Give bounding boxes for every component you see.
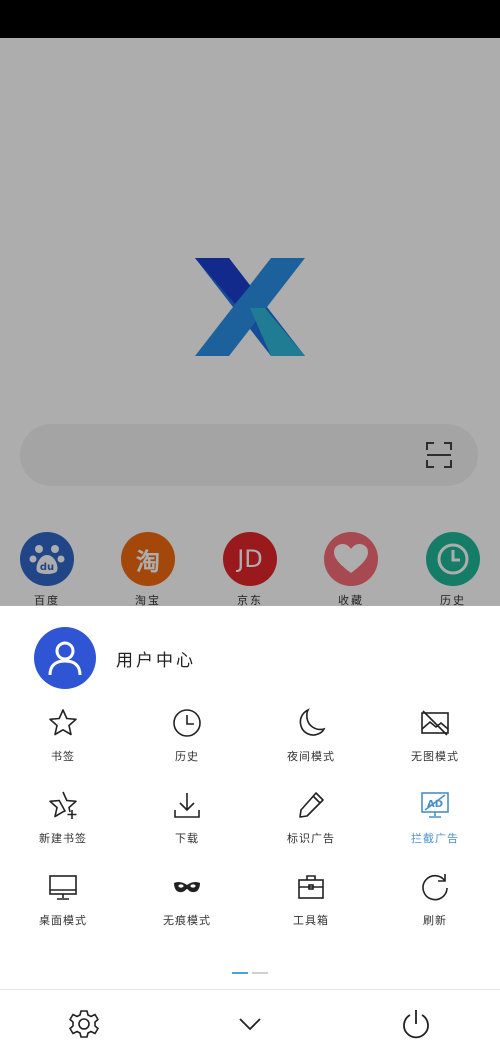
menu-grid: 书签 历史 夜间模式 无图模式 新建书签 下载 标识广告 AD 拦截广告 桌面模… <box>0 702 500 948</box>
menu-item-incognito-mode[interactable]: 无痕模式 <box>132 866 242 948</box>
user-center-label: 用户中心 <box>116 650 196 671</box>
menu-item-refresh[interactable]: 刷新 <box>380 866 490 948</box>
menu-row: 新建书签 下载 标识广告 AD 拦截广告 <box>0 784 500 866</box>
dim-overlay[interactable] <box>0 38 500 606</box>
page-indicator <box>0 972 500 976</box>
menu-item-label: 下载 <box>175 832 199 845</box>
menu-item-toolbox[interactable]: 工具箱 <box>256 866 366 948</box>
mask-icon <box>174 881 200 893</box>
menu-item-label: 历史 <box>175 750 199 763</box>
history-clock-icon <box>173 709 201 737</box>
page-dot-active <box>232 972 248 974</box>
menu-item-label: 工具箱 <box>293 914 329 927</box>
menu-item-label: 书签 <box>51 750 75 763</box>
status-bar <box>0 0 500 38</box>
page-dot[interactable] <box>252 972 268 974</box>
menu-item-night-mode[interactable]: 夜间模式 <box>256 702 366 784</box>
settings-button[interactable] <box>64 1004 104 1044</box>
menu-bottom-bar <box>0 989 500 1056</box>
menu-item-mark-ads[interactable]: 标识广告 <box>256 784 366 866</box>
menu-sheet: 用户中心 书签 历史 夜间模式 无图模式 新建书签 下载 标识广告 AD 拦截广… <box>0 606 500 1056</box>
menu-item-label: 标识广告 <box>287 832 335 845</box>
menu-item-download[interactable]: 下载 <box>132 784 242 866</box>
menu-item-label: 桌面模式 <box>39 914 87 927</box>
menu-item-bookmarks[interactable]: 书签 <box>8 702 118 784</box>
menu-item-new-bookmark[interactable]: 新建书签 <box>8 784 118 866</box>
menu-item-label: 新建书签 <box>39 832 87 845</box>
ad-block-icon: AD <box>421 792 449 818</box>
menu-row: 桌面模式 无痕模式 工具箱 刷新 <box>0 866 500 948</box>
exit-button[interactable] <box>396 1004 436 1044</box>
moon-icon <box>299 708 326 736</box>
menu-row: 书签 历史 夜间模式 无图模式 <box>0 702 500 784</box>
star-icon <box>49 709 77 736</box>
download-icon <box>174 793 200 818</box>
collapse-menu-button[interactable] <box>230 1004 270 1044</box>
menu-item-block-ads[interactable]: AD 拦截广告 <box>380 784 490 866</box>
menu-item-history[interactable]: 历史 <box>132 702 242 784</box>
gear-icon <box>69 1010 99 1038</box>
menu-item-label: 无图模式 <box>411 750 459 763</box>
menu-item-label: 无痕模式 <box>163 914 211 927</box>
menu-item-label: 刷新 <box>423 914 447 927</box>
desktop-icon <box>49 875 77 900</box>
menu-item-desktop-mode[interactable]: 桌面模式 <box>8 866 118 948</box>
pencil-icon <box>299 792 324 818</box>
no-image-icon <box>421 710 449 736</box>
menu-item-label: 拦截广告 <box>411 832 459 845</box>
refresh-icon <box>422 874 448 901</box>
chevron-down-icon <box>239 1018 261 1031</box>
svg-text:AD: AD <box>427 799 443 810</box>
user-center[interactable]: 用户中心 <box>34 626 196 690</box>
avatar <box>34 627 96 689</box>
star-plus-icon <box>49 791 77 819</box>
menu-item-no-image-mode[interactable]: 无图模式 <box>380 702 490 784</box>
menu-item-label: 夜间模式 <box>287 750 335 763</box>
power-icon <box>403 1010 429 1039</box>
toolbox-icon <box>298 875 324 899</box>
